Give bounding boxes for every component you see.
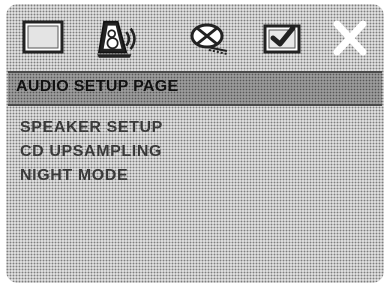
- osd-screen: AUDIO SETUP PAGE SPEAKER SETUP CD UPSAMP…: [6, 4, 384, 283]
- general-setup-icon: [22, 20, 64, 54]
- audio-setup-menu: SPEAKER SETUP CD UPSAMPLING NIGHT MODE: [20, 116, 163, 188]
- setup-tab-bar: [6, 4, 384, 68]
- video-setup-icon: [190, 23, 228, 55]
- menu-item-speaker-setup[interactable]: SPEAKER SETUP: [20, 116, 163, 140]
- audio-setup-tab[interactable]: [92, 14, 140, 62]
- video-setup-tab[interactable]: [186, 14, 234, 62]
- preference-setup-tab[interactable]: [258, 14, 306, 62]
- audio-setup-icon: [97, 20, 136, 58]
- preference-setup-icon: [263, 24, 301, 54]
- page-title-bar: AUDIO SETUP PAGE: [8, 71, 382, 106]
- general-setup-tab[interactable]: [20, 14, 68, 62]
- page-title: AUDIO SETUP PAGE: [16, 78, 179, 95]
- menu-item-night-mode[interactable]: NIGHT MODE: [20, 164, 163, 188]
- menu-item-cd-upsampling[interactable]: CD UPSAMPLING: [20, 140, 163, 164]
- exit-tab[interactable]: [326, 14, 374, 62]
- exit-icon: [333, 20, 367, 56]
